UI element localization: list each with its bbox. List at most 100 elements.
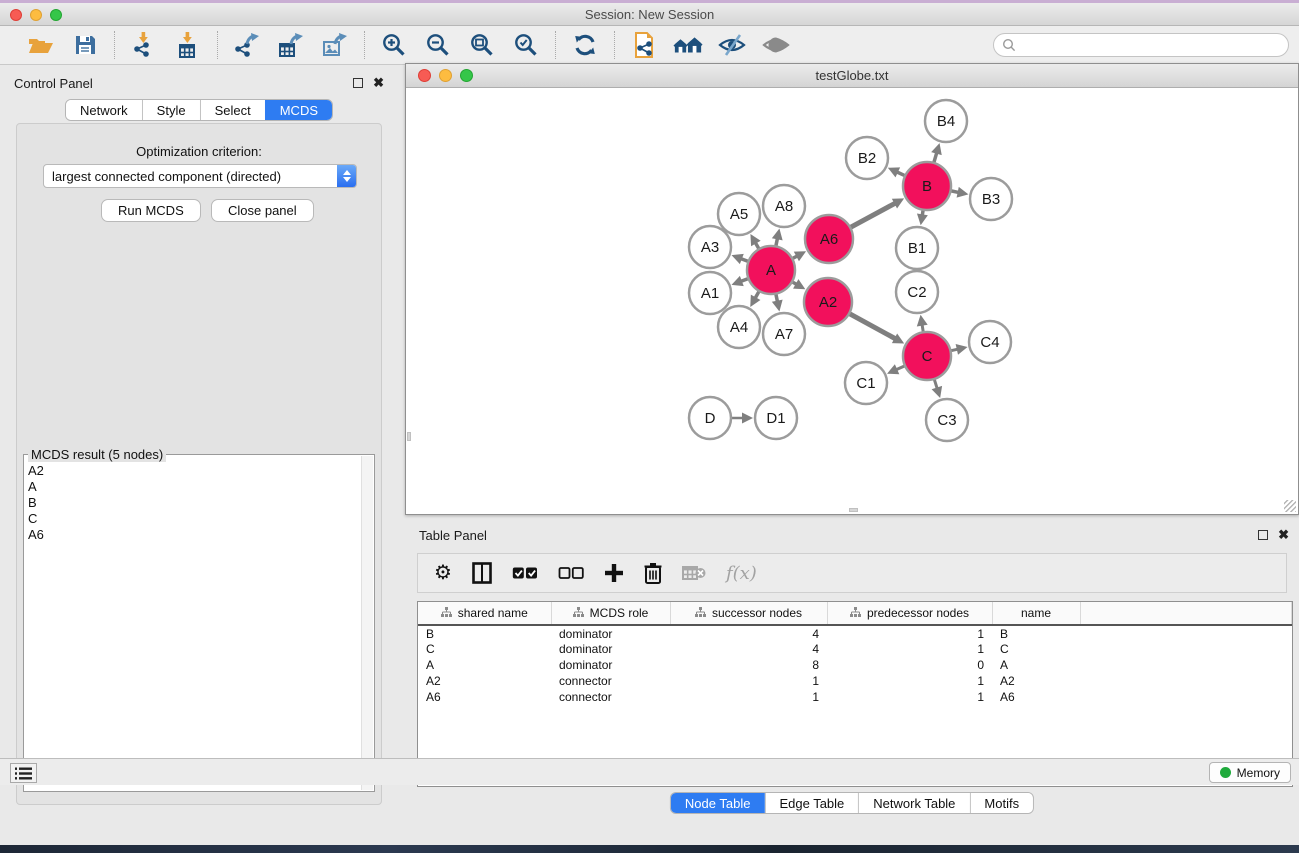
network-window-titlebar[interactable]: testGlobe.txt	[406, 64, 1298, 88]
add-column-icon[interactable]	[604, 563, 624, 583]
table-cell[interactable]: 1	[670, 689, 827, 705]
import-network-icon[interactable]	[129, 30, 159, 60]
tab-network[interactable]: Network	[66, 100, 142, 120]
table-cell[interactable]: A	[418, 657, 551, 673]
zoom-out-icon[interactable]	[423, 30, 453, 60]
mcds-result-list[interactable]: A2ABCA6	[26, 463, 360, 789]
result-list-item[interactable]: B	[26, 495, 360, 511]
tab-node-table[interactable]: Node Table	[671, 793, 765, 813]
table-cell[interactable]: dominator	[551, 657, 670, 673]
table-cell[interactable]: 1	[827, 625, 992, 641]
result-list-item[interactable]: A2	[26, 463, 360, 479]
column-header-name[interactable]: name	[992, 602, 1080, 625]
table-row[interactable]: Bdominator41B	[418, 625, 1292, 641]
float-table-panel-icon[interactable]	[1258, 530, 1268, 540]
home-icon[interactable]	[673, 30, 703, 60]
tab-motifs[interactable]: Motifs	[969, 793, 1033, 813]
close-panel-icon[interactable]: ✖	[373, 78, 384, 88]
gear-icon[interactable]: ⚙	[434, 563, 452, 583]
minimize-window-button[interactable]	[30, 9, 42, 21]
tab-network-table[interactable]: Network Table	[858, 793, 969, 813]
table-row[interactable]: Adominator80A	[418, 657, 1292, 673]
close-network-window-button[interactable]	[418, 69, 431, 82]
tab-edge-table[interactable]: Edge Table	[764, 793, 858, 813]
table-row[interactable]: Cdominator41C	[418, 641, 1292, 657]
table-cell[interactable]: 1	[827, 673, 992, 689]
result-list-item[interactable]: C	[26, 511, 360, 527]
hide-eye-icon[interactable]	[717, 30, 747, 60]
network-from-file-icon[interactable]	[629, 30, 659, 60]
deselect-all-icon[interactable]	[558, 566, 584, 580]
close-table-panel-icon[interactable]: ✖	[1278, 530, 1289, 540]
table-cell[interactable]: 0	[827, 657, 992, 673]
result-list-item[interactable]: A	[26, 479, 360, 495]
table-cell[interactable]: A2	[992, 673, 1080, 689]
table-cell[interactable]: 8	[670, 657, 827, 673]
table-cell[interactable]: 1	[827, 641, 992, 657]
table-cell[interactable]: 4	[670, 625, 827, 641]
table-cell[interactable]: 1	[827, 689, 992, 705]
show-eye-icon[interactable]	[761, 30, 791, 60]
result-list-item[interactable]: A6	[26, 527, 360, 543]
table-cell[interactable]: C	[418, 641, 551, 657]
task-history-button[interactable]	[10, 763, 37, 783]
close-panel-button[interactable]: Close panel	[211, 199, 314, 222]
vertical-scrollbar-thumb[interactable]	[407, 432, 411, 441]
table-cell[interactable]: 1	[670, 673, 827, 689]
columns-icon[interactable]	[472, 562, 492, 584]
select-all-checked-icon[interactable]	[512, 566, 538, 580]
column-header-MCDS-role[interactable]: MCDS role	[551, 602, 670, 625]
resize-grip-icon[interactable]	[1284, 500, 1296, 512]
tab-style[interactable]: Style	[142, 100, 200, 120]
zoom-in-icon[interactable]	[379, 30, 409, 60]
minimize-network-window-button[interactable]	[439, 69, 452, 82]
search-field[interactable]	[993, 33, 1289, 57]
open-session-icon[interactable]	[26, 30, 56, 60]
import-table-icon[interactable]	[173, 30, 203, 60]
close-window-button[interactable]	[10, 9, 22, 21]
column-header-shared-name[interactable]: shared name	[418, 602, 551, 625]
zoom-fit-icon[interactable]	[467, 30, 497, 60]
table-cell[interactable]: B	[418, 625, 551, 641]
export-table-icon[interactable]	[276, 30, 306, 60]
maximize-network-window-button[interactable]	[460, 69, 473, 82]
optimization-criterion-select[interactable]: largest connected component (directed)	[43, 164, 357, 188]
delete-icon[interactable]	[644, 562, 662, 584]
table-cell[interactable]: A	[992, 657, 1080, 673]
delete-table-icon[interactable]	[682, 565, 706, 581]
table-cell[interactable]: connector	[551, 689, 670, 705]
edge-C-C1[interactable]	[896, 366, 905, 370]
result-scrollbar[interactable]	[361, 456, 373, 790]
table-cell[interactable]: A6	[418, 689, 551, 705]
table-cell[interactable]: A6	[992, 689, 1080, 705]
table-row[interactable]: A6connector11A6	[418, 689, 1292, 705]
edge-A6-B[interactable]	[850, 203, 896, 228]
search-input[interactable]	[1016, 38, 1288, 52]
table-cell[interactable]: dominator	[551, 641, 670, 657]
tab-mcds[interactable]: MCDS	[265, 100, 332, 120]
table-cell[interactable]: dominator	[551, 625, 670, 641]
table-cell[interactable]: B	[992, 625, 1080, 641]
float-panel-icon[interactable]	[353, 78, 363, 88]
function-builder-icon[interactable]: f(x)	[726, 563, 757, 584]
network-graph-canvas[interactable]: B4B2BB3B1A5A8A6A3AA1A2A4A7C2C4CC1C3DD1	[407, 89, 1297, 513]
table-cell[interactable]: A2	[418, 673, 551, 689]
export-image-icon[interactable]	[320, 30, 350, 60]
table-cell[interactable]: 4	[670, 641, 827, 657]
run-mcds-button[interactable]: Run MCDS	[101, 199, 201, 222]
tab-select[interactable]: Select	[200, 100, 265, 120]
edge-C-C3[interactable]	[934, 379, 937, 389]
column-header-successor-nodes[interactable]: successor nodes	[670, 602, 827, 625]
horizontal-scrollbar-thumb[interactable]	[849, 508, 858, 512]
table-cell[interactable]: C	[992, 641, 1080, 657]
table-row[interactable]: A2connector11A2	[418, 673, 1292, 689]
edge-B-B4[interactable]	[934, 152, 937, 163]
zoom-selected-icon[interactable]	[511, 30, 541, 60]
memory-button[interactable]: Memory	[1209, 762, 1291, 783]
export-network-icon[interactable]	[232, 30, 262, 60]
refresh-icon[interactable]	[570, 30, 600, 60]
edge-A2-C[interactable]	[849, 313, 896, 339]
maximize-window-button[interactable]	[50, 9, 62, 21]
column-header-predecessor-nodes[interactable]: predecessor nodes	[827, 602, 992, 625]
table-cell[interactable]: connector	[551, 673, 670, 689]
